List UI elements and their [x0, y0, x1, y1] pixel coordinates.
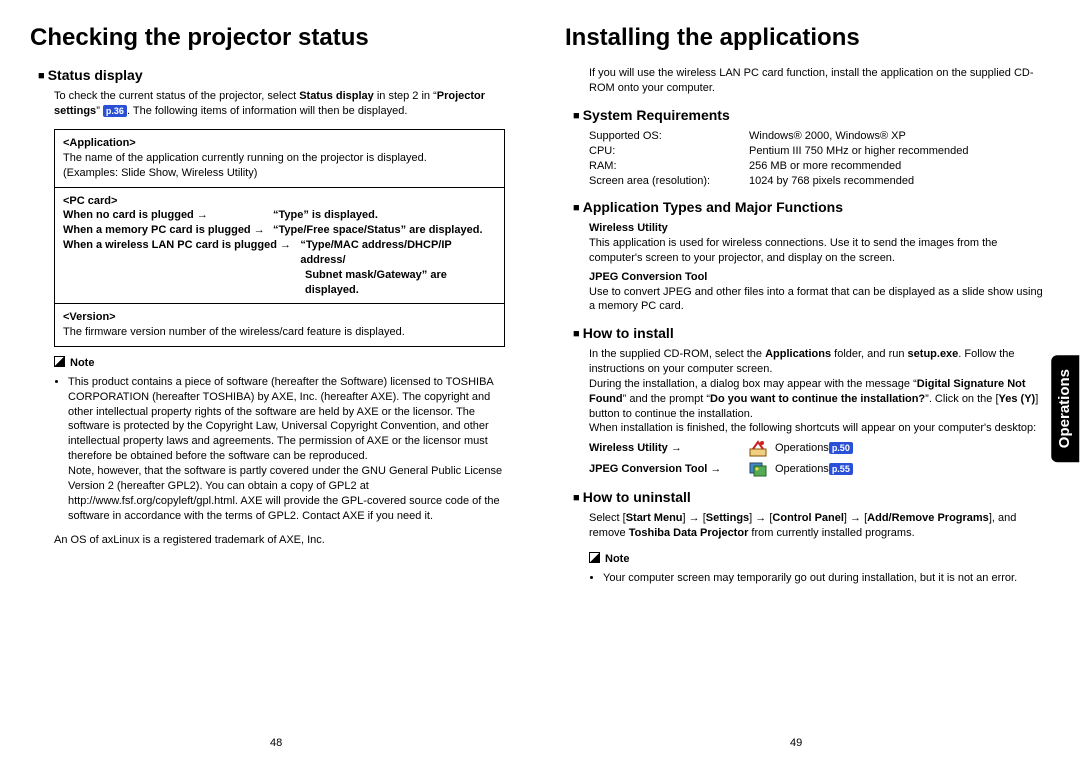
sys-label: CPU:: [589, 144, 749, 159]
note-body: Your computer screen may temporarily go …: [565, 571, 1050, 586]
text: “Type/Free space/Status” are displayed.: [273, 223, 483, 238]
text: setup.exe: [908, 348, 959, 360]
side-tab-operations: Operations: [1051, 355, 1079, 462]
app-types-body: Wireless Utility This application is use…: [565, 221, 1050, 314]
text: folder, and run: [831, 348, 907, 360]
sys-label: RAM:: [589, 159, 749, 174]
text: During the installation, a dialog box ma…: [589, 378, 917, 390]
note-item: Your computer screen may temporarily go …: [603, 571, 1050, 586]
shortcut-jpeg-tool: JPEG Conversion Tool → Operations p.55: [589, 460, 1050, 478]
text: The name of the application currently ru…: [63, 151, 496, 166]
text: ” and the prompt “: [623, 393, 710, 405]
right-intro: If you will use the wireless LAN PC card…: [565, 66, 1050, 96]
text: Settings: [706, 512, 749, 524]
text: Yes (Y): [999, 393, 1036, 405]
box-application: <Application> The name of the applicatio…: [54, 129, 505, 188]
box-header: <Version>: [63, 310, 496, 325]
status-intro: To check the current status of the proje…: [30, 89, 515, 119]
section-system-requirements: System Requirements: [573, 106, 1050, 125]
text: Add/Remove Programs: [867, 512, 989, 524]
text: “Type” is displayed.: [273, 208, 378, 223]
page-ref-50: p.50: [829, 442, 853, 454]
text: . The following items of information wil…: [127, 105, 407, 117]
note-body: This product contains a piece of softwar…: [30, 375, 515, 523]
text: (Examples: Slide Show, Wireless Utility): [63, 166, 496, 181]
text: Status display: [299, 90, 374, 102]
text: Start Menu: [626, 512, 683, 524]
box-version: <Version> The firmware version number of…: [54, 303, 505, 347]
sys-label: Supported OS:: [589, 129, 749, 144]
text: ] → [: [683, 512, 706, 524]
jpeg-tool-icon: [749, 460, 767, 478]
left-page: Checking the projector status Status dis…: [30, 22, 515, 590]
page-spread: Checking the projector status Status dis…: [0, 0, 1080, 600]
app-desc: This application is used for wireless co…: [589, 236, 1050, 266]
section-app-types: Application Types and Major Functions: [573, 198, 1050, 217]
text: Operations: [775, 462, 829, 477]
text: Control Panel: [772, 512, 844, 524]
box-pc-card: <PC card> When no card is plugged →“Type…: [54, 187, 505, 305]
page-ref-36: p.36: [103, 105, 127, 117]
box-header: <PC card>: [63, 194, 496, 209]
trademark-note: An OS of axLinux is a registered tradema…: [30, 533, 515, 548]
text: ”: [96, 105, 103, 117]
box-header: <Application>: [63, 136, 496, 151]
text: When no card is plugged →: [63, 208, 273, 223]
note-heading: Note: [54, 355, 515, 371]
app-name: Wireless Utility: [589, 221, 1050, 236]
text: Toshiba Data Projector: [629, 527, 749, 539]
sys-value: Pentium III 750 MHz or higher recommende…: [749, 144, 969, 159]
shortcut-label: JPEG Conversion Tool →: [589, 462, 749, 477]
app-name: JPEG Conversion Tool: [589, 270, 1050, 285]
note-heading: Note: [589, 551, 1050, 567]
section-how-to-install: How to install: [573, 324, 1050, 343]
text: When a wireless LAN PC card is plugged →: [63, 238, 300, 268]
text: To check the current status of the proje…: [54, 90, 299, 102]
text: Note, however, that the software is part…: [68, 465, 502, 522]
text: In the supplied CD-ROM, select the: [589, 348, 765, 360]
sys-req-body: Supported OS:Windows® 2000, Windows® XP …: [565, 129, 1050, 188]
text: ] → [: [844, 512, 867, 524]
note-item: This product contains a piece of softwar…: [68, 375, 515, 523]
text: The firmware version number of the wirel…: [63, 325, 496, 340]
sys-value: 256 MB or more recommended: [749, 159, 901, 174]
text: When a memory PC card is plugged →: [63, 223, 273, 238]
section-how-to-uninstall: How to uninstall: [573, 488, 1050, 507]
sys-value: Windows® 2000, Windows® XP: [749, 129, 906, 144]
text: This product contains a piece of softwar…: [68, 376, 493, 462]
left-heading: Checking the projector status: [30, 22, 515, 54]
page-number-right: 49: [790, 736, 802, 751]
sys-value: 1024 by 768 pixels recommended: [749, 174, 914, 189]
right-heading: Installing the applications: [565, 22, 1050, 54]
text: Applications: [765, 348, 831, 360]
right-page: Installing the applications If you will …: [565, 22, 1050, 590]
text: in step 2 in “: [374, 90, 437, 102]
text: Do you want to continue the installation…: [710, 393, 925, 405]
page-number-left: 48: [270, 736, 282, 751]
shortcut-wireless-utility: Wireless Utility → Operations p.50: [589, 439, 1050, 457]
install-body: In the supplied CD-ROM, select the Appli…: [565, 347, 1050, 478]
text: When installation is finished, the follo…: [589, 422, 1036, 434]
wireless-utility-icon: [749, 439, 767, 457]
text: ”. Click on the [: [925, 393, 998, 405]
sys-label: Screen area (resolution):: [589, 174, 749, 189]
text: from currently installed programs.: [748, 527, 914, 539]
text: Select [: [589, 512, 626, 524]
page-ref-55: p.55: [829, 463, 853, 475]
text: “Type/MAC address/DHCP/IP address/: [300, 238, 496, 268]
shortcut-label: Wireless Utility →: [589, 441, 749, 456]
app-desc: Use to convert JPEG and other files into…: [589, 285, 1050, 315]
text: Operations: [775, 441, 829, 456]
uninstall-body: Select [Start Menu] → [Settings] → [Cont…: [565, 511, 1050, 541]
text: Subnet mask/Gateway” are displayed.: [63, 268, 496, 298]
section-status-display: Status display: [38, 66, 515, 85]
text: ] → [: [749, 512, 772, 524]
